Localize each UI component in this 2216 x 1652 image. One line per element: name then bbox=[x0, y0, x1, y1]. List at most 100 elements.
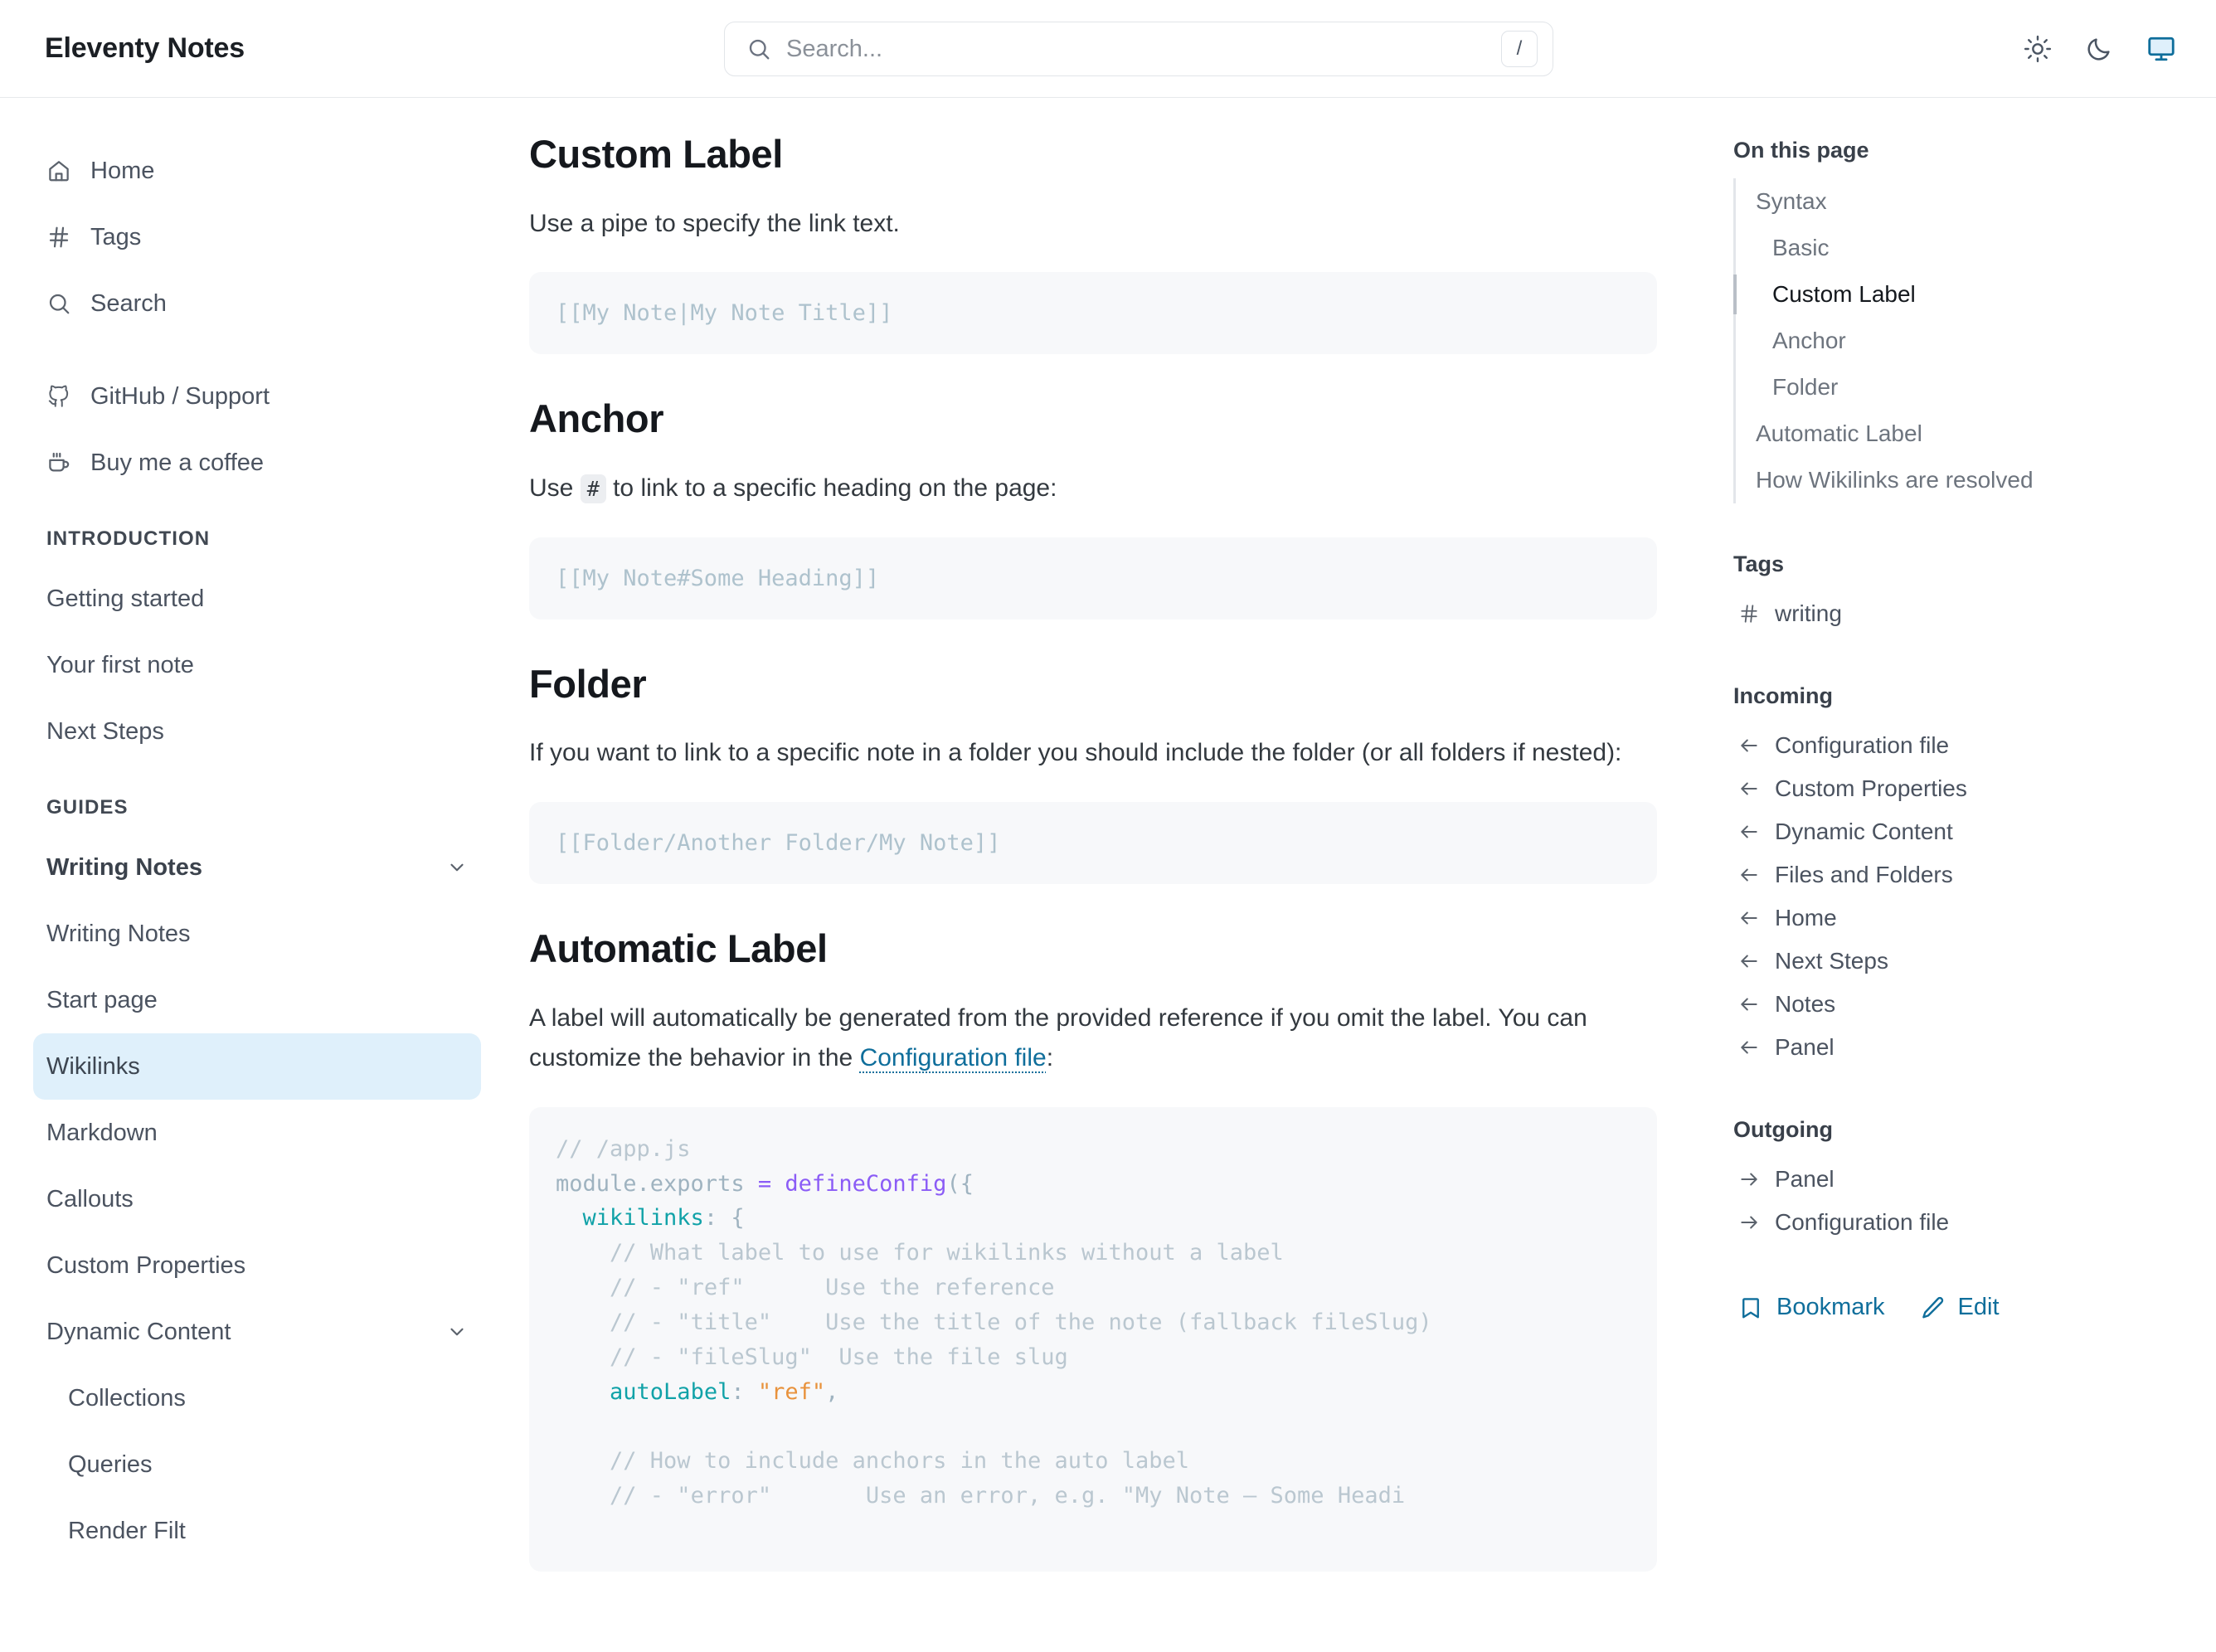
github-icon bbox=[46, 384, 71, 409]
sidebar-item-queries[interactable]: Queries bbox=[33, 1431, 481, 1498]
sidebar-item-wikilinks[interactable]: Wikilinks bbox=[33, 1033, 481, 1100]
paragraph-folder: If you want to link to a specific note i… bbox=[529, 739, 1622, 767]
sidebar-item-next-steps[interactable]: Next Steps bbox=[33, 698, 481, 765]
moon-icon[interactable] bbox=[2085, 35, 2113, 63]
arrow-right-icon bbox=[1738, 1169, 1760, 1190]
arrow-left-icon bbox=[1738, 778, 1760, 799]
heading-folder: Folder bbox=[529, 661, 647, 706]
sidebar-item-label: Start page bbox=[46, 986, 158, 1013]
outgoing-link-label: Configuration file bbox=[1775, 1209, 1950, 1235]
tag-label: writing bbox=[1775, 600, 1842, 626]
sidebar-item-your-first-note[interactable]: Your first note bbox=[33, 632, 481, 698]
heading-automatic-label: Automatic Label bbox=[529, 926, 828, 970]
code-token-module-exports: module.exports bbox=[556, 1170, 745, 1197]
monitor-icon[interactable] bbox=[2146, 34, 2176, 64]
outgoing-link-configuration-file[interactable]: Configuration file bbox=[1733, 1201, 2173, 1244]
outgoing-link-panel[interactable]: Panel bbox=[1733, 1158, 2173, 1201]
incoming-link-configuration-file[interactable]: Configuration file bbox=[1733, 724, 2173, 767]
sun-icon[interactable] bbox=[2024, 35, 2052, 63]
arrow-left-icon bbox=[1738, 950, 1760, 972]
sidebar-item-label: GitHub / Support bbox=[90, 382, 270, 410]
toc-item-basic[interactable]: Basic bbox=[1736, 225, 2173, 271]
toc-item-syntax[interactable]: Syntax bbox=[1736, 178, 2173, 225]
sidebar-item-label: Getting started bbox=[46, 585, 205, 612]
edit-label: Edit bbox=[1957, 1294, 2000, 1320]
sidebar-item-label: Render Filt bbox=[68, 1517, 186, 1544]
code-line-comment: // - "ref" Use the reference bbox=[610, 1275, 1055, 1301]
paragraph-custom-label: Use a pipe to specify the link text. bbox=[529, 209, 900, 237]
sidebar-item-github-support[interactable]: GitHub / Support bbox=[33, 363, 481, 430]
sidebar-item-start-page[interactable]: Start page bbox=[33, 967, 481, 1033]
sidebar-item-home[interactable]: Home bbox=[33, 138, 481, 204]
search-input[interactable]: Search... / bbox=[724, 22, 1553, 76]
toc-item-custom-label[interactable]: Custom Label bbox=[1733, 271, 2173, 318]
incoming-link-custom-properties[interactable]: Custom Properties bbox=[1733, 767, 2173, 810]
sidebar-item-callouts[interactable]: Callouts bbox=[33, 1166, 481, 1232]
incoming-link-label: Panel bbox=[1775, 1034, 1835, 1060]
toc-item-how-wikilinks-are-resolved[interactable]: How Wikilinks are resolved bbox=[1736, 457, 2173, 503]
sidebar-group-dynamic-content[interactable]: Dynamic Content bbox=[33, 1299, 481, 1365]
chevron-down-icon[interactable] bbox=[446, 857, 468, 878]
right-sidebar: On this page Syntax Basic Custom Label A… bbox=[1708, 98, 2214, 1652]
code-token-autolabel: autoLabel bbox=[610, 1378, 731, 1405]
toc-item-folder[interactable]: Folder bbox=[1736, 364, 2173, 411]
sidebar-item-custom-properties[interactable]: Custom Properties bbox=[33, 1232, 481, 1299]
sidebar-item-render-filter[interactable]: Render Filt bbox=[33, 1498, 481, 1564]
sidebar-item-collections[interactable]: Collections bbox=[33, 1365, 481, 1431]
arrow-left-icon bbox=[1738, 1037, 1760, 1058]
sidebar-group-writing-notes[interactable]: Writing Notes bbox=[33, 834, 481, 901]
bookmark-icon bbox=[1738, 1295, 1763, 1320]
code-token-wikilinks: wikilinks bbox=[582, 1205, 704, 1232]
incoming-link-label: Dynamic Content bbox=[1775, 819, 1953, 844]
heading-custom-label: Custom Label bbox=[529, 132, 783, 176]
toc-item-anchor[interactable]: Anchor bbox=[1736, 318, 2173, 364]
search-icon bbox=[746, 36, 771, 61]
link-configuration-file[interactable]: Configuration file bbox=[860, 1044, 1047, 1071]
incoming-link-notes[interactable]: Notes bbox=[1733, 983, 2173, 1026]
sidebar-item-search[interactable]: Search bbox=[33, 270, 481, 337]
sidebar-item-label: Callouts bbox=[46, 1185, 134, 1212]
code-token-comma: , bbox=[825, 1378, 839, 1405]
sidebar-item-label: Custom Properties bbox=[46, 1251, 246, 1279]
toc-list: Syntax Basic Custom Label Anchor Folder … bbox=[1733, 178, 2173, 503]
sidebar-item-buy-me-a-coffee[interactable]: Buy me a coffee bbox=[33, 430, 481, 496]
incoming-title: Incoming bbox=[1733, 683, 1833, 708]
pencil-icon bbox=[1920, 1295, 1945, 1320]
search-container: Search... / bbox=[724, 22, 1553, 76]
code-block-folder: [[Folder/Another Folder/My Note]] bbox=[529, 801, 1657, 884]
search-placeholder: Search... bbox=[786, 35, 883, 62]
incoming-link-files-and-folders[interactable]: Files and Folders bbox=[1733, 853, 2173, 896]
sidebar-item-markdown[interactable]: Markdown bbox=[33, 1100, 481, 1166]
sidebar-item-writing-notes[interactable]: Writing Notes bbox=[33, 901, 481, 967]
arrow-left-icon bbox=[1738, 735, 1760, 756]
sidebar-item-getting-started[interactable]: Getting started bbox=[33, 566, 481, 632]
chevron-down-icon[interactable] bbox=[446, 1321, 468, 1343]
code-block-anchor: [[My Note#Some Heading]] bbox=[529, 537, 1657, 620]
incoming-link-panel[interactable]: Panel bbox=[1733, 1026, 2173, 1069]
outgoing-link-label: Panel bbox=[1775, 1166, 1835, 1192]
outgoing-title: Outgoing bbox=[1733, 1117, 1833, 1142]
code-token-colon: : bbox=[731, 1378, 758, 1405]
inline-code-hash: # bbox=[580, 474, 606, 503]
toc-item-automatic-label[interactable]: Automatic Label bbox=[1736, 411, 2173, 457]
arrow-left-icon bbox=[1738, 907, 1760, 929]
toc-title: On this page bbox=[1733, 138, 1869, 163]
sidebar-section-guides: GUIDES bbox=[46, 796, 129, 819]
search-icon bbox=[46, 291, 71, 316]
incoming-link-dynamic-content[interactable]: Dynamic Content bbox=[1733, 810, 2173, 853]
incoming-link-next-steps[interactable]: Next Steps bbox=[1733, 940, 2173, 983]
incoming-section: Incoming Configuration file Custom Prope… bbox=[1733, 683, 2173, 1069]
incoming-link-home[interactable]: Home bbox=[1733, 896, 2173, 940]
primary-nav: Home Tags Search GitHub / Support Buy me… bbox=[33, 138, 481, 496]
edit-button[interactable]: Edit bbox=[1920, 1294, 2000, 1321]
code-line-comment: // - "error" Use an error, e.g. "My Note… bbox=[610, 1483, 1406, 1509]
code-line-comment: // How to include anchors in the auto la… bbox=[610, 1448, 1190, 1475]
arrow-left-icon bbox=[1738, 864, 1760, 886]
paragraph-text-pre: Use bbox=[529, 474, 581, 502]
sidebar-item-label: Buy me a coffee bbox=[90, 449, 265, 476]
bookmark-button[interactable]: Bookmark bbox=[1738, 1294, 1885, 1321]
sidebar-item-label: Wikilinks bbox=[46, 1052, 140, 1080]
theme-switcher bbox=[2024, 34, 2176, 64]
sidebar-item-tags[interactable]: Tags bbox=[33, 204, 481, 270]
tag-writing[interactable]: writing bbox=[1733, 592, 2173, 635]
